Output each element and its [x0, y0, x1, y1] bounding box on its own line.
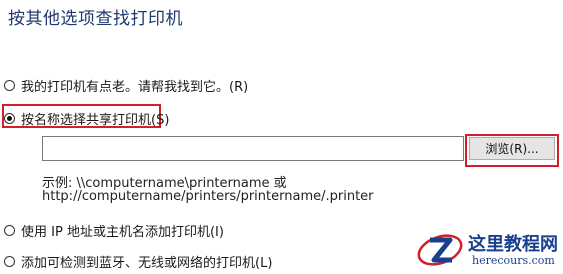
example-line-2: http://computername/printers/printername…	[42, 189, 374, 204]
watermark-url: herecours.com	[472, 254, 555, 267]
option-printer-old[interactable]: 我的打印机有点老。请帮我找到它。(R)	[4, 76, 248, 95]
radio-shared-printer-by-name[interactable]	[4, 113, 15, 124]
watermark-title: 这里教程网	[468, 234, 558, 255]
option-shared-printer-by-name[interactable]: 按名称选择共享打印机(S)	[4, 109, 169, 128]
radio-printer-old[interactable]	[4, 80, 15, 91]
radio-ip-hostname[interactable]	[4, 225, 15, 236]
page-heading: 按其他选项查找打印机	[8, 9, 183, 29]
option-shared-printer-label: 按名称选择共享打印机(S)	[21, 113, 170, 128]
option-bluetooth-wireless-label: 添加可检测到蓝牙、无线或网络的打印机(L)	[21, 256, 273, 271]
option-ip-hostname[interactable]: 使用 IP 地址或主机名添加打印机(I)	[4, 221, 224, 240]
printer-name-input[interactable]	[42, 136, 464, 161]
option-ip-hostname-label: 使用 IP 地址或主机名添加打印机(I)	[21, 225, 224, 240]
option-printer-old-label: 我的打印机有点老。请帮我找到它。(R)	[21, 80, 249, 95]
browse-button[interactable]: 浏览(R)...	[469, 137, 555, 160]
radio-bluetooth-wireless[interactable]	[4, 256, 15, 267]
option-bluetooth-wireless[interactable]: 添加可检测到蓝牙、无线或网络的打印机(L)	[4, 252, 272, 271]
